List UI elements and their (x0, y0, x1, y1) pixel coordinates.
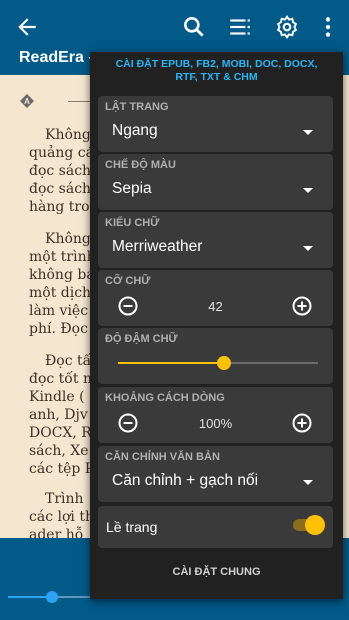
book-line: phí. Đọc (29, 321, 88, 337)
reading-progress-slider[interactable] (8, 591, 98, 603)
increase-icon[interactable] (292, 296, 312, 316)
line-spacing-control: KHOẢNG CÁCH DÒNG 100% (98, 387, 333, 443)
book-line: DOCX, R (29, 425, 92, 441)
book-line: đọc sách (29, 181, 92, 197)
reading-settings-panel: CÀI ĐẶT EPUB, FB2, MOBI, DOC, DOCX, RTF,… (90, 52, 343, 599)
font-weight-slider[interactable] (118, 356, 318, 370)
book-title: ReadEra – (19, 49, 98, 66)
table-of-contents-icon[interactable] (227, 14, 253, 40)
color-mode-value: Sepia (112, 180, 152, 197)
slider-knob[interactable] (217, 356, 231, 370)
search-icon[interactable] (181, 14, 207, 40)
font-weight-label: ĐỘ ĐẬM CHỮ (105, 333, 178, 345)
line-spacing-label: KHOẢNG CÁCH DÒNG (105, 392, 225, 404)
book-line: không bá (29, 267, 95, 283)
font-size-label: CỠ CHỮ (105, 275, 151, 287)
general-settings-button[interactable]: CÀI ĐẶT CHUNG (90, 566, 343, 578)
svg-text:A: A (24, 97, 30, 106)
margins-label: Lề trang (106, 519, 158, 535)
chevron-down-icon (303, 246, 313, 251)
font-value: Merriweather (112, 238, 203, 255)
progress-knob[interactable] (46, 591, 58, 603)
book-line: các tệp P (29, 461, 95, 477)
book-line: sách, Xe (29, 443, 89, 459)
increase-icon[interactable] (292, 413, 312, 433)
margins-toggle-knob[interactable] (305, 515, 325, 535)
settings-gear-icon[interactable] (274, 14, 300, 40)
text-alignment-dropdown[interactable]: CĂN CHỈNH VĂN BẢN Căn chỉnh + gạch nối (98, 446, 333, 502)
book-line: Trình (45, 491, 84, 507)
font-size-control: CỠ CHỮ 42 (98, 270, 333, 326)
book-line: quảng cá (29, 145, 94, 161)
book-line: Không (45, 127, 91, 143)
font-weight-control: ĐỘ ĐẬM CHỮ (98, 328, 333, 384)
chevron-down-icon (303, 188, 313, 193)
color-mode-dropdown[interactable]: CHẾ ĐỘ MÀU Sepia (98, 154, 333, 210)
panel-header: CÀI ĐẶT EPUB, FB2, MOBI, DOC, DOCX, RTF,… (115, 58, 318, 83)
book-line: Kindle ( (29, 389, 85, 405)
page-turn-label: LẬT TRANG (105, 101, 169, 113)
book-line: một trình (29, 249, 96, 265)
back-arrow-icon[interactable] (14, 14, 40, 40)
text-alignment-value: Căn chỉnh + gạch nối (112, 472, 259, 489)
font-label: KIỂU CHỮ (105, 217, 160, 229)
book-line: Đọc tấ (45, 353, 92, 369)
chapter-badge-icon: A (20, 94, 34, 108)
page-turn-dropdown[interactable]: LẬT TRANG Ngang (98, 96, 333, 152)
chevron-down-icon (303, 130, 313, 135)
book-line: đọc sách (29, 163, 92, 179)
book-line: anh, Djv (29, 407, 88, 423)
text-alignment-label: CĂN CHỈNH VĂN BẢN (105, 451, 220, 463)
book-line: đọc tốt n (29, 371, 92, 387)
book-line: làm việc (29, 303, 89, 319)
slider-fill (118, 362, 224, 364)
color-mode-label: CHẾ ĐỘ MÀU (105, 159, 176, 171)
book-line: các lợi th (29, 509, 94, 525)
book-line: một dịch (29, 285, 92, 301)
more-vertical-icon[interactable] (315, 14, 341, 40)
chevron-down-icon (303, 480, 313, 485)
page-turn-value: Ngang (112, 122, 158, 139)
book-line: Không (45, 231, 91, 247)
margins-toggle-row[interactable]: Lề trang (98, 506, 333, 548)
font-dropdown[interactable]: KIỂU CHỮ Merriweather (98, 212, 333, 268)
